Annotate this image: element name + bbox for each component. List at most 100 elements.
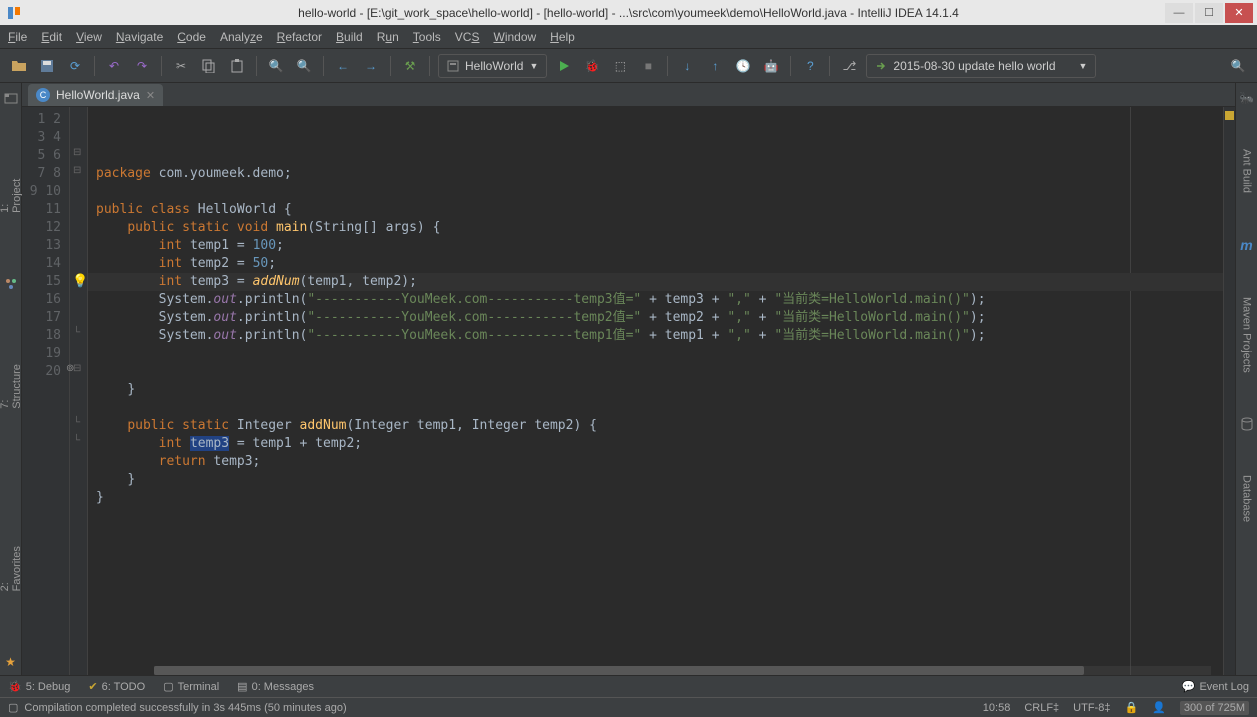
run-icon[interactable] (553, 55, 575, 77)
paste-icon[interactable] (226, 55, 248, 77)
fold-marker-icon[interactable]: ⊟ (73, 363, 81, 374)
ant-build-tab[interactable]: Ant Build (1239, 145, 1255, 197)
fold-end-icon: └ (73, 435, 80, 446)
arrow-right-icon (875, 60, 887, 72)
event-log-tab[interactable]: 💬Event Log (1182, 680, 1249, 693)
intention-bulb-icon[interactable]: 💡 (72, 273, 88, 289)
code-content[interactable]: package com.youmeek.demo; public class H… (88, 107, 1223, 675)
star-icon[interactable]: ★ (5, 655, 16, 669)
sync-icon[interactable]: ⟳ (64, 55, 86, 77)
project-tab[interactable]: 1: Project (0, 165, 25, 217)
menu-edit[interactable]: Edit (41, 30, 62, 44)
run-config-label: HelloWorld (465, 59, 523, 73)
menu-tools[interactable]: Tools (413, 30, 441, 44)
forward-icon[interactable]: → (360, 55, 382, 77)
menu-navigate[interactable]: Navigate (116, 30, 163, 44)
menu-window[interactable]: Window (493, 30, 536, 44)
memory-indicator[interactable]: 300 of 725M (1180, 701, 1249, 715)
menubar: File Edit View Navigate Code Analyze Ref… (0, 25, 1257, 49)
warning-marker-icon[interactable] (1225, 111, 1234, 120)
fold-marker-icon[interactable]: ⊟ (73, 147, 81, 158)
menu-build[interactable]: Build (336, 30, 363, 44)
ant-icon[interactable]: 🐜 (1239, 91, 1254, 105)
debug-tab[interactable]: 🐞5: Debug (8, 680, 70, 693)
build-icon[interactable]: ⚒ (399, 55, 421, 77)
horizontal-scrollbar[interactable] (154, 666, 1211, 675)
vcs-history-icon[interactable]: 🕓 (732, 55, 754, 77)
editor-tabs: C HelloWorld.java ✕ (22, 83, 1235, 107)
run-config-icon (447, 60, 459, 72)
menu-vcs[interactable]: VCS (455, 30, 480, 44)
status-message: Compilation completed successfully in 3s… (24, 702, 968, 714)
favorites-tab[interactable]: 2: Favorites (0, 533, 25, 595)
stop-icon[interactable]: ■ (637, 55, 659, 77)
app-logo-icon (4, 3, 24, 23)
menu-refactor[interactable]: Refactor (277, 30, 322, 44)
maven-icon[interactable]: m (1240, 237, 1252, 253)
database-icon[interactable] (1240, 417, 1254, 431)
messages-tab[interactable]: ▤0: Messages (237, 680, 314, 693)
menu-file[interactable]: File (8, 30, 27, 44)
bottom-toolwindow-bar: 🐞5: Debug ✔6: TODO ▢Terminal ▤0: Message… (0, 675, 1257, 697)
replace-icon[interactable]: 🔍 (293, 55, 315, 77)
editor-area: C HelloWorld.java ✕ 1 2 3 4 5 6 7 8 9 10… (22, 83, 1235, 675)
overview-ruler[interactable] (1223, 107, 1235, 675)
toolwindow-toggle-icon[interactable]: ▢ (8, 701, 18, 714)
cut-icon[interactable]: ✂ (170, 55, 192, 77)
status-line-sep[interactable]: CRLF‡ (1024, 702, 1059, 714)
debug-icon[interactable]: 🐞 (581, 55, 603, 77)
status-bar: ▢ Compilation completed successfully in … (0, 697, 1257, 717)
terminal-tab[interactable]: ▢Terminal (163, 680, 219, 693)
toolbar: ⟳ ↶ ↷ ✂ 🔍 🔍 ← → ⚒ HelloWorld ▼ 🐞 ⬚ ■ ↓ ↑… (0, 49, 1257, 83)
coverage-icon[interactable]: ⬚ (609, 55, 631, 77)
structure-tab[interactable]: 7: Structure (0, 351, 25, 413)
java-class-icon: C (36, 88, 50, 102)
maven-projects-tab[interactable]: Maven Projects (1239, 293, 1255, 377)
left-toolwindow-bar: 1: Project 7: Structure 2: Favorites ★ (0, 83, 22, 675)
vcs-commit-label: 2015-08-30 update hello world (893, 59, 1055, 73)
back-icon[interactable]: ← (332, 55, 354, 77)
help-icon[interactable]: ? (799, 55, 821, 77)
right-toolwindow-bar: 🐜 Ant Build m Maven Projects Database (1235, 83, 1257, 675)
redo-icon[interactable]: ↷ (131, 55, 153, 77)
git-branch-icon[interactable]: ⎇ (838, 55, 860, 77)
search-everywhere-icon[interactable]: 🔍 (1227, 55, 1249, 77)
undo-icon[interactable]: ↶ (103, 55, 125, 77)
vcs-update-icon[interactable]: ↓ (676, 55, 698, 77)
run-config-selector[interactable]: HelloWorld ▼ (438, 54, 547, 78)
tab-close-icon[interactable]: ✕ (146, 89, 155, 102)
menu-run[interactable]: Run (377, 30, 399, 44)
todo-tab[interactable]: ✔6: TODO (88, 680, 145, 693)
vcs-commit-icon[interactable]: ↑ (704, 55, 726, 77)
close-button[interactable]: ✕ (1225, 3, 1253, 23)
copy-icon[interactable] (198, 55, 220, 77)
find-icon[interactable]: 🔍 (265, 55, 287, 77)
fold-end-icon: └ (73, 327, 80, 338)
menu-code[interactable]: Code (177, 30, 206, 44)
code-editor[interactable]: 1 2 3 4 5 6 7 8 9 10 11 12 13 14 15 16 1… (22, 107, 1235, 675)
structure-tab-icon[interactable] (4, 277, 18, 291)
chevron-down-icon: ▼ (529, 61, 538, 71)
menu-view[interactable]: View (76, 30, 102, 44)
window-title: hello-world - [E:\git_work_space\hello-w… (0, 6, 1257, 20)
minimize-button[interactable]: — (1165, 3, 1193, 23)
menu-help[interactable]: Help (550, 30, 575, 44)
android-icon[interactable]: 🤖 (760, 55, 782, 77)
editor-tab[interactable]: C HelloWorld.java ✕ (28, 84, 163, 106)
inspection-icon[interactable]: 👤 (1152, 701, 1166, 714)
vcs-commit-selector[interactable]: 2015-08-30 update hello world ▼ (866, 54, 1096, 78)
lock-icon[interactable]: 🔒 (1124, 701, 1138, 714)
fold-gutter: ⊟ ⊟ 💡 └ ⊚ ⊟ └ └ (70, 107, 88, 675)
tab-filename: HelloWorld.java (56, 88, 140, 102)
database-tab[interactable]: Database (1239, 471, 1255, 526)
save-icon[interactable] (36, 55, 58, 77)
status-time: 10:58 (983, 702, 1011, 714)
open-icon[interactable] (8, 55, 30, 77)
fold-end-icon: └ (73, 417, 80, 428)
status-encoding[interactable]: UTF-8‡ (1073, 702, 1110, 714)
maximize-button[interactable]: ☐ (1195, 3, 1223, 23)
fold-marker-icon[interactable]: ⊟ (73, 165, 81, 176)
project-tab-icon[interactable] (4, 91, 18, 105)
chevron-down-icon: ▼ (1078, 61, 1087, 71)
menu-analyze[interactable]: Analyze (220, 30, 263, 44)
